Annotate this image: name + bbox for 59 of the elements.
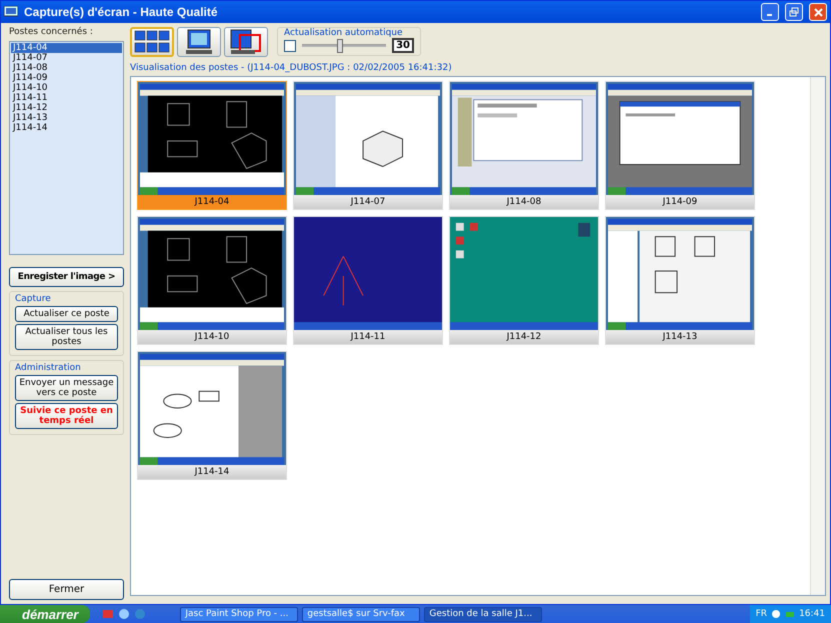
thumbnail-label: J114-09: [606, 195, 754, 209]
thumbnail-card[interactable]: J114-08: [449, 81, 599, 210]
thumbnail-label: J114-04: [138, 195, 286, 209]
thumbnail-label: J114-11: [294, 330, 442, 344]
action-button[interactable]: Envoyer un message vers ce poste: [15, 375, 118, 401]
action-button[interactable]: Actualiser ce poste: [15, 306, 118, 322]
auto-refresh-title: Actualisation automatique: [284, 28, 404, 38]
list-item[interactable]: J114-12: [11, 103, 122, 113]
viewer-caption: Visualisation des postes - (J114-04_DUBOST.JPG : 02/02/2005 16:41:32): [130, 63, 453, 73]
restore-icon: [789, 7, 799, 17]
close-button[interactable]: [809, 3, 827, 21]
thumbnail-label: J114-12: [450, 330, 598, 344]
slider-thumb[interactable]: [336, 38, 343, 52]
taskbar-button[interactable]: gestsalle$ sur Srv-fax: [302, 606, 420, 622]
thumbnail-label: J114-08: [450, 195, 598, 209]
thumbnail-label: J114-14: [138, 465, 286, 479]
restore-button[interactable]: [785, 3, 803, 21]
thumbnail-card[interactable]: J114-13: [605, 216, 755, 345]
view-mode-button[interactable]: [130, 27, 174, 57]
language-indicator[interactable]: FR: [756, 609, 768, 619]
interval-value: 30: [392, 38, 414, 53]
group-title: Capture: [15, 294, 52, 304]
list-label: Postes concernés :: [9, 27, 94, 37]
thumbnail-label: J114-07: [294, 195, 442, 209]
minimize-button[interactable]: [761, 3, 779, 21]
group-title: Administration: [15, 363, 82, 373]
list-item[interactable]: J114-10: [11, 83, 122, 93]
thumbnail-label: J114-13: [606, 330, 754, 344]
action-button[interactable]: Suivie ce poste en temps réel: [15, 403, 118, 429]
list-item[interactable]: J114-04: [11, 43, 122, 53]
thumbnail-card[interactable]: J114-11: [293, 216, 443, 345]
thumbnail-card[interactable]: J114-09: [605, 81, 755, 210]
list-item[interactable]: J114-13: [11, 113, 122, 123]
start-button[interactable]: démarrer: [0, 605, 90, 623]
thumbnail-card[interactable]: J114-07: [293, 81, 443, 210]
thumbnail-label: J114-10: [138, 330, 286, 344]
auto-refresh-checkbox[interactable]: [284, 40, 296, 52]
thumbnail-card[interactable]: J114-14: [137, 351, 287, 480]
quicklaunch-icon[interactable]: [118, 608, 130, 620]
app-icon: [4, 6, 18, 18]
tray-icon[interactable]: [771, 609, 782, 619]
thumbnail-card[interactable]: J114-04: [137, 81, 287, 210]
list-item[interactable]: J114-08: [11, 63, 122, 73]
clock: 16:41: [799, 609, 825, 619]
thumbnail-card[interactable]: J114-10: [137, 216, 287, 345]
view-mode-button[interactable]: [224, 27, 268, 57]
window-title: Capture(s) d'écran - Haute Qualité: [24, 5, 219, 19]
view-mode-button[interactable]: [177, 27, 221, 57]
list-item[interactable]: J114-07: [11, 53, 122, 63]
list-item[interactable]: J114-09: [11, 73, 122, 83]
close-icon: [814, 8, 822, 16]
action-button[interactable]: Actualiser tous les postes: [15, 324, 118, 350]
taskbar-button[interactable]: Jasc Paint Shop Pro - ...: [180, 606, 298, 622]
list-item[interactable]: J114-14: [11, 123, 122, 133]
list-item[interactable]: J114-11: [11, 93, 122, 103]
close-window-button[interactable]: Fermer: [9, 579, 124, 600]
taskbar-button[interactable]: Gestion de la salle J1...: [424, 606, 542, 622]
thumbnail-card[interactable]: J114-12: [449, 216, 599, 345]
save-image-button[interactable]: Enregister l'image >: [9, 267, 124, 287]
